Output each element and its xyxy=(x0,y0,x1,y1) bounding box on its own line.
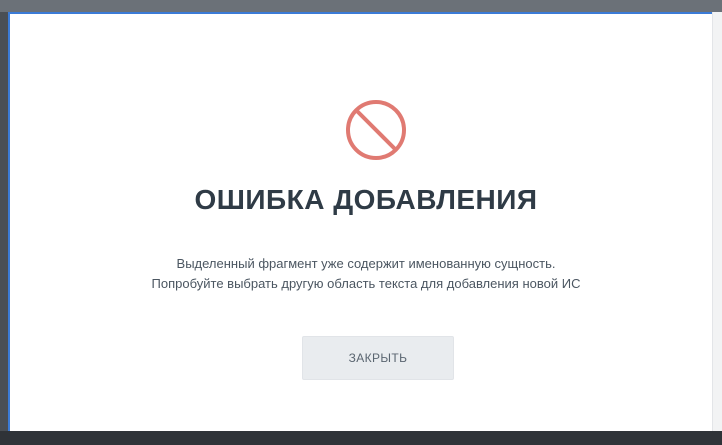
window-top-bar xyxy=(0,0,722,12)
close-button[interactable]: ЗАКРЫТЬ xyxy=(302,336,454,380)
error-dialog: ОШИБКА ДОБАВЛЕНИЯ Выделенный фрагмент уж… xyxy=(8,12,720,435)
window-bottom-bar xyxy=(0,431,722,445)
background-window-edge xyxy=(712,12,722,435)
message-line-1: Выделенный фрагмент уже содержит именова… xyxy=(176,256,556,271)
dialog-message: Выделенный фрагмент уже содержит именова… xyxy=(10,254,722,294)
message-line-2: Попробуйте выбрать другую область текста… xyxy=(151,276,581,291)
prohibited-icon xyxy=(346,100,406,160)
dialog-title: ОШИБКА ДОБАВЛЕНИЯ xyxy=(194,184,538,215)
